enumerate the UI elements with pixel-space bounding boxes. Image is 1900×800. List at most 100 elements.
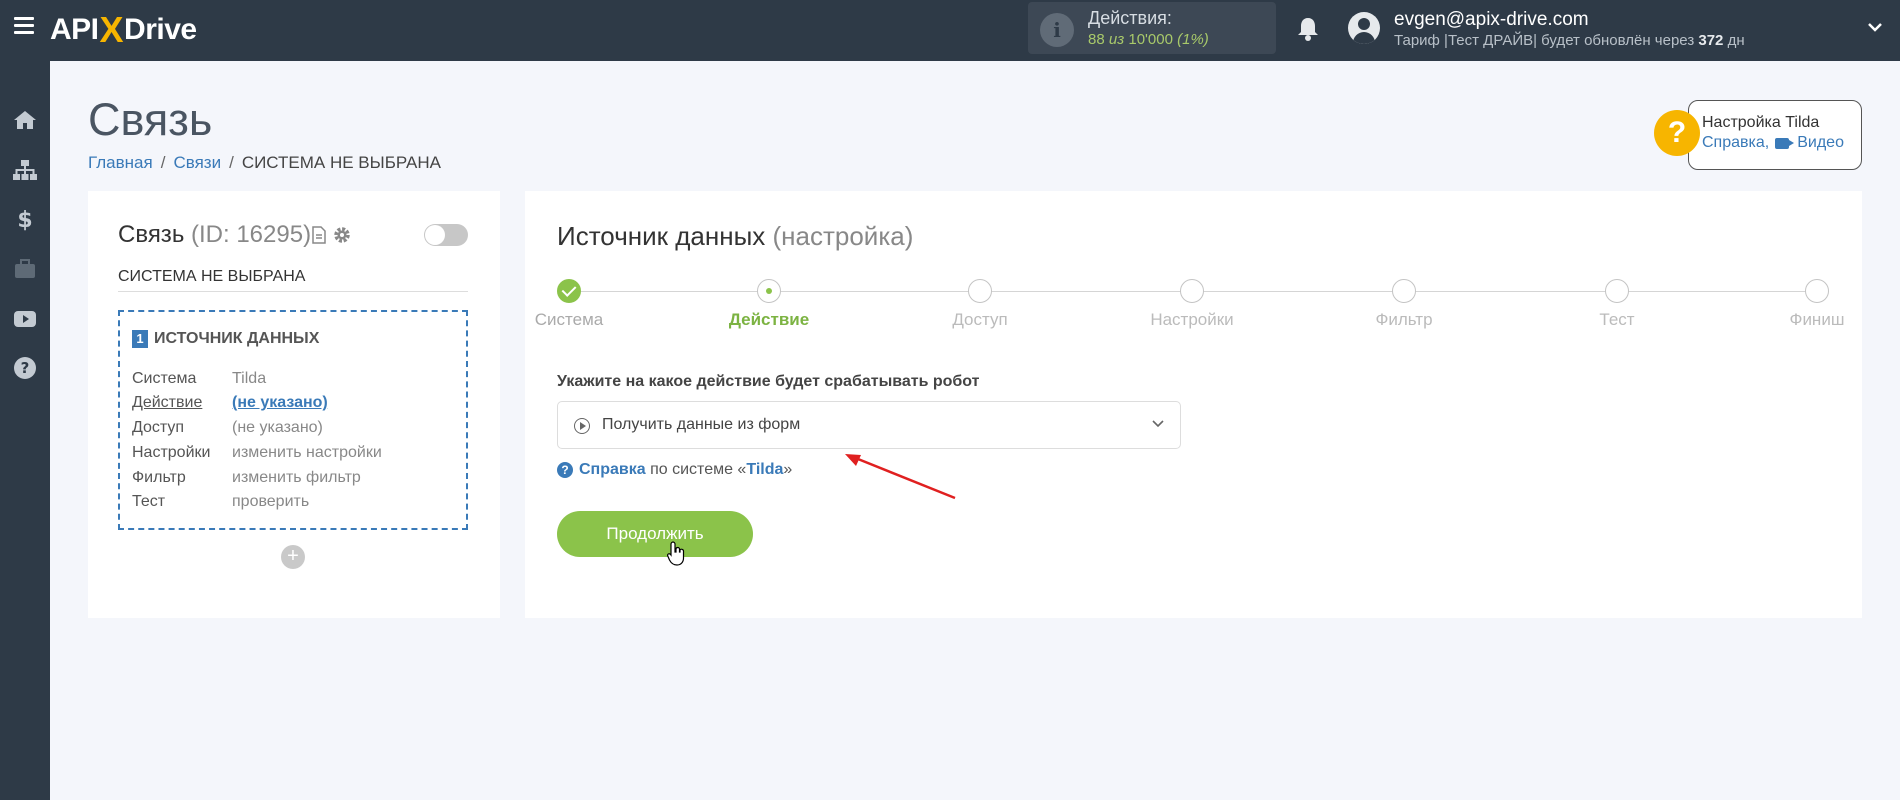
actions-used: 88 — [1088, 31, 1105, 48]
row-value: (не указано) — [232, 419, 323, 436]
source-heading-text: ИСТОЧНИК ДАННЫХ — [154, 330, 320, 347]
video-link[interactable]: Видео — [1797, 134, 1844, 152]
connection-id: (ID: 16295) — [191, 221, 312, 248]
step-dot — [968, 279, 992, 303]
avatar[interactable] — [1348, 12, 1380, 44]
logo[interactable]: API X Drive — [50, 9, 197, 50]
row-value: Tilda — [232, 370, 267, 387]
step-settings[interactable]: Настройки — [1112, 279, 1272, 330]
actions-total: 10'000 — [1128, 31, 1173, 48]
add-button[interactable]: + — [281, 545, 305, 569]
source-heading: 1 ИСТОЧНИК ДАННЫХ — [132, 330, 319, 348]
logo-x: X — [99, 9, 124, 50]
step-filter[interactable]: Фильтр — [1324, 279, 1484, 330]
help-widget-title: Настройка Tilda — [1702, 114, 1820, 131]
step-action[interactable]: Действие — [689, 279, 849, 330]
play-icon — [574, 418, 590, 434]
row-key: Тест — [132, 493, 166, 510]
action-field-label: Укажите на какое действие будет срабатыв… — [557, 373, 980, 390]
home-icon[interactable] — [11, 106, 39, 134]
card-title: Источник данных (настройка) — [557, 221, 913, 252]
connection-title-text: Связь — [118, 221, 185, 248]
info-icon: i — [1040, 13, 1074, 47]
dollar-icon[interactable]: $ — [11, 205, 39, 233]
system-help-end: » — [783, 461, 793, 478]
row-key: Система — [132, 370, 197, 387]
gear-icon[interactable] — [332, 225, 352, 245]
question-icon: ? — [1654, 110, 1700, 156]
action-select-value: Получить данные из форм — [602, 416, 801, 433]
source-block[interactable]: 1 ИСТОЧНИК ДАННЫХ Система Tilda Действие… — [118, 310, 468, 530]
connection-name: СИСТЕМА НЕ ВЫБРАНА — [118, 268, 468, 292]
row-key: Фильтр — [132, 469, 186, 486]
step-label: Тест — [1599, 310, 1635, 329]
source-number: 1 — [132, 330, 148, 348]
chevron-down-icon — [1152, 420, 1164, 428]
source-settings-card: Источник данных (настройка) Система Дейс… — [525, 191, 1862, 618]
row-key: Действие — [132, 394, 203, 411]
step-label: Доступ — [952, 310, 1008, 329]
hand-cursor-icon — [667, 541, 685, 566]
breadcrumb-home[interactable]: Главная — [88, 153, 153, 172]
menu-icon[interactable] — [14, 17, 34, 35]
action-select[interactable]: Получить данные из форм — [557, 401, 1181, 449]
step-label: Настройки — [1150, 310, 1234, 329]
step-dot — [1180, 279, 1204, 303]
continue-button[interactable]: Продолжить — [557, 511, 753, 557]
step-label: Действие — [728, 310, 810, 329]
card-title-text: Источник данных — [557, 221, 766, 251]
row-value: (не указано) — [232, 394, 328, 411]
step-system[interactable]: Система — [489, 279, 649, 330]
plan-suffix: дн — [1727, 32, 1745, 49]
step-dot — [1805, 279, 1829, 303]
breadcrumb-current: СИСТЕМА НЕ ВЫБРАНА — [241, 153, 442, 172]
system-help-middle: по системе « — [650, 461, 747, 478]
chevron-down-icon[interactable] — [1866, 18, 1884, 36]
annotation-arrow — [845, 454, 956, 500]
step-finish[interactable]: Финиш — [1737, 279, 1897, 330]
step-access[interactable]: Доступ — [900, 279, 1060, 330]
question-circle-icon: ? — [557, 462, 573, 478]
youtube-icon[interactable] — [11, 305, 39, 333]
help-widget-links: Справка, Видео — [1702, 134, 1844, 152]
breadcrumb-connections[interactable]: Связи — [173, 153, 221, 172]
help-link[interactable]: Справка, — [1702, 134, 1769, 152]
svg-text:$: $ — [17, 208, 32, 232]
card-title-note: (настройка) — [772, 221, 914, 251]
system-help: ? Справка по системе «Tilda» — [557, 461, 792, 479]
help-icon[interactable]: ? — [11, 354, 39, 382]
user-plan: Тариф |Тест ДРАЙВ| будет обновлён через … — [1394, 32, 1745, 49]
sitemap-icon[interactable] — [11, 156, 39, 184]
step-label: Фильтр — [1375, 310, 1433, 329]
logo-left: API — [50, 13, 99, 46]
document-icon[interactable] — [312, 226, 326, 244]
step-label: Система — [534, 310, 604, 329]
page-title: Связь — [88, 94, 213, 145]
system-help-link[interactable]: Справка — [579, 461, 646, 478]
briefcase-icon[interactable] — [11, 255, 39, 283]
connection-card: Связь (ID: 16295) СИСТЕМА НЕ ВЫБРАНА 1 И… — [88, 191, 500, 618]
step-dot — [1605, 279, 1629, 303]
step-dot — [1392, 279, 1416, 303]
actions-title: Действия: — [1088, 8, 1172, 28]
plan-prefix: Тариф |Тест ДРАЙВ| будет обновлён через — [1394, 32, 1695, 49]
user-email[interactable]: evgen@apix-drive.com — [1394, 9, 1589, 31]
svg-text:?: ? — [21, 359, 30, 377]
connection-toggle[interactable] — [424, 224, 468, 246]
video-camera-icon — [1775, 137, 1795, 149]
actions-count: 88 из 10'000 (1%) — [1088, 31, 1209, 48]
row-value: изменить фильтр — [232, 469, 361, 486]
breadcrumb: Главная / Связи / СИСТЕМА НЕ ВЫБРАНА — [88, 153, 442, 172]
bell-icon[interactable] — [1296, 16, 1320, 42]
step-label: Финиш — [1789, 310, 1845, 329]
top-bar: API X Drive i Действия: 88 из 10'000 (1%) … — [0, 0, 1900, 61]
sidebar: $ ? — [0, 61, 50, 800]
row-key: Настройки — [132, 444, 211, 461]
logo-right: Drive — [124, 13, 197, 46]
step-test[interactable]: Тест — [1537, 279, 1697, 330]
row-value: проверить — [232, 493, 310, 510]
plan-days: 372 — [1698, 32, 1724, 49]
actions-counter[interactable]: i Действия: 88 из 10'000 (1%) — [1028, 2, 1276, 54]
system-help-name: Tilda — [746, 461, 784, 478]
step-dot — [757, 279, 781, 303]
